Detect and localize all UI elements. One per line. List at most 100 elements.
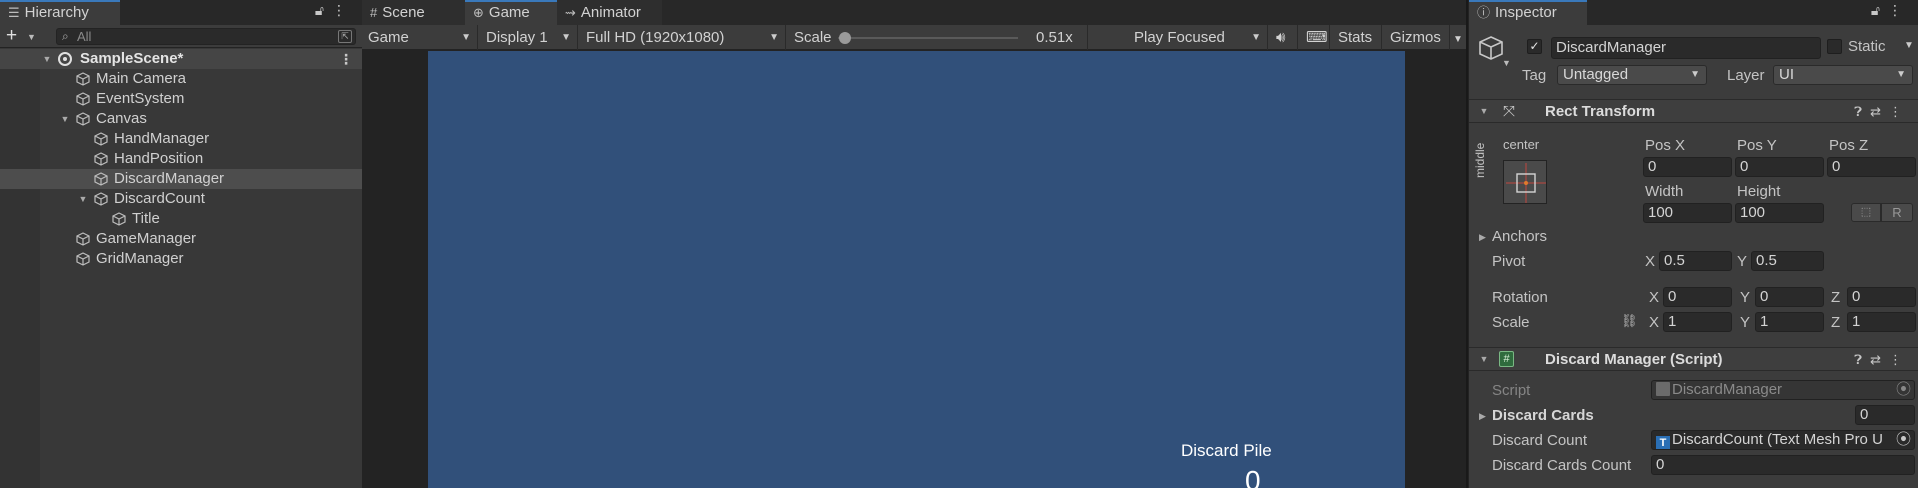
discard-count-object-field[interactable]: T DiscardCount (Text Mesh Pro U ⦿ — [1651, 430, 1915, 450]
scale-label: Scale — [794, 29, 832, 46]
component-kebab-icon[interactable]: ⋮ — [1889, 352, 1910, 367]
fold-arrow-icon[interactable]: ▼ — [1479, 106, 1489, 116]
discard-manager-script-header[interactable]: ▼ # Discard Manager (Script) ❓︎⇄⋮ — [1469, 347, 1918, 371]
pos-x-label: Pos X — [1645, 137, 1686, 154]
hierarchy-item[interactable]: Title — [0, 209, 362, 229]
resolution-dropdown[interactable]: Full HD (1920x1080) ▼ — [580, 25, 786, 50]
keyboard-shortcuts-button[interactable]: ⌨ — [1300, 25, 1330, 50]
pivot-x-label: X — [1645, 253, 1656, 270]
tab-scene[interactable]: # Scene — [362, 0, 465, 25]
hierarchy-item[interactable]: Main Camera — [0, 69, 362, 89]
pivot-y-field[interactable]: 0.5 — [1751, 251, 1824, 271]
inspector-header-icons: 🔓︎⋮ — [1871, 2, 1910, 19]
object-picker-icon[interactable]: ⦿ — [1895, 431, 1911, 449]
kebab-menu-icon[interactable]: ⋮ — [1888, 2, 1910, 18]
display-dropdown[interactable]: Display 1 ▼ — [480, 25, 578, 50]
search-filter-icon[interactable]: ⇱ — [338, 30, 352, 43]
scene-row[interactable]: ▼ SampleScene* ⋮ — [0, 49, 362, 69]
textmeshpro-icon: T — [1656, 436, 1670, 449]
chevron-down-icon: ▼ — [1896, 69, 1906, 80]
anchors-label[interactable]: Anchors — [1492, 228, 1547, 245]
help-icon[interactable]: ❓︎ — [1854, 352, 1870, 367]
component-kebab-icon[interactable]: ⋮ — [1889, 104, 1910, 119]
pos-z-field[interactable]: 0 — [1827, 157, 1916, 177]
tab-animator[interactable]: ⇝ Animator — [557, 0, 662, 25]
rect-transform-header[interactable]: ▼ ⤧ Rect Transform ❓︎⇄⋮ — [1469, 99, 1918, 123]
help-icon[interactable]: ❓︎ — [1854, 104, 1870, 119]
rotation-x-field[interactable]: 0 — [1663, 287, 1732, 307]
tab-hierarchy[interactable]: ☰ Hierarchy — [0, 0, 120, 25]
lock-icon[interactable]: 🔓︎ — [315, 2, 332, 18]
gizmos-dropdown[interactable]: ▼ — [1450, 25, 1466, 50]
discard-cards-fold-icon[interactable]: ▶ — [1479, 411, 1486, 422]
play-mode-dropdown[interactable]: Play Focused ▼ — [1128, 25, 1268, 50]
hierarchy-search-input[interactable]: ⌕ All ⇱ — [56, 28, 356, 45]
hierarchy-panel: ☰ Hierarchy 🔓︎⋮ + ▼ ⌕ All ⇱ ▼ SampleScene… — [0, 0, 362, 488]
presets-icon[interactable]: ⇄ — [1870, 104, 1889, 119]
pos-y-field[interactable]: 0 — [1735, 157, 1824, 177]
object-name-field[interactable]: DiscardManager — [1551, 37, 1821, 59]
list-icon: ☰ — [8, 5, 20, 20]
gizmos-button[interactable]: Gizmos — [1384, 25, 1450, 50]
add-object-button[interactable]: + — [6, 26, 17, 46]
scale-y-field[interactable]: 1 — [1755, 312, 1824, 332]
game-viewport[interactable]: Discard Pile 0 — [428, 51, 1405, 488]
pivot-x-field[interactable]: 0.5 — [1659, 251, 1732, 271]
raw-edit-button[interactable]: R — [1881, 203, 1913, 222]
pivot-label: Pivot — [1492, 253, 1526, 270]
chevron-down-icon[interactable]: ▼ — [27, 32, 36, 42]
scene-kebab-icon[interactable]: ⋮ — [339, 49, 353, 69]
resolution-label: Full HD (1920x1080) — [586, 29, 725, 46]
rotation-y-label: Y — [1740, 289, 1751, 306]
hierarchy-item[interactable]: GameManager — [0, 229, 362, 249]
scale-x-field[interactable]: 1 — [1663, 312, 1732, 332]
anchors-fold-icon[interactable]: ▶ — [1479, 232, 1486, 243]
hierarchy-item-label: HandManager — [114, 130, 210, 147]
blueprint-mode-button[interactable]: ⬚ — [1851, 203, 1881, 222]
lock-icon[interactable]: 🔓︎ — [1871, 2, 1888, 18]
fold-arrow-icon[interactable]: ▼ — [60, 109, 70, 129]
tab-game[interactable]: ⊕ Game — [465, 0, 557, 25]
fold-arrow-icon[interactable]: ▼ — [78, 189, 88, 209]
hierarchy-item[interactable]: HandManager — [0, 129, 362, 149]
hierarchy-item[interactable]: EventSystem — [0, 89, 362, 109]
rotation-z-field[interactable]: 0 — [1847, 287, 1916, 307]
component-header-icons: ❓︎⇄⋮ — [1854, 104, 1910, 120]
gameobject-cube-icon — [1479, 36, 1503, 60]
discard-cards-size-field[interactable]: 0 — [1855, 405, 1915, 425]
icon-dropdown-chevron[interactable]: ▼ — [1502, 58, 1511, 68]
anchor-presets-button[interactable] — [1503, 160, 1547, 204]
raw-edit-label: R — [1892, 205, 1902, 220]
rotation-y-field[interactable]: 0 — [1755, 287, 1824, 307]
hierarchy-item[interactable]: GridManager — [0, 249, 362, 269]
scale-slider-track[interactable] — [838, 37, 1018, 39]
pivot-y-value: 0.5 — [1756, 252, 1777, 269]
kebab-menu-icon[interactable]: ⋮ — [332, 2, 354, 18]
height-field[interactable]: 100 — [1735, 203, 1824, 223]
tab-inspector[interactable]: ⓘ Inspector — [1469, 0, 1587, 25]
hierarchy-item-selected[interactable]: DiscardManager — [0, 169, 362, 189]
mute-audio-button[interactable]: 🔊︎ — [1270, 25, 1298, 50]
fold-arrow-icon[interactable]: ▼ — [42, 49, 52, 69]
static-dropdown-chevron[interactable]: ▼ — [1904, 40, 1914, 51]
pos-x-field[interactable]: 0 — [1643, 157, 1732, 177]
info-icon: ⓘ — [1477, 5, 1491, 20]
discard-cards-label[interactable]: Discard Cards — [1492, 407, 1594, 424]
game-view-dropdown[interactable]: Game ▼ — [362, 25, 478, 50]
csharp-script-icon: # — [1499, 351, 1514, 367]
scale-slider-knob[interactable] — [839, 32, 851, 44]
hierarchy-item[interactable]: ▼ DiscardCount — [0, 189, 362, 209]
stats-button[interactable]: Stats — [1332, 25, 1382, 50]
layer-dropdown[interactable]: UI ▼ — [1773, 65, 1913, 85]
active-checkbox[interactable]: ✓ — [1527, 39, 1542, 54]
fold-arrow-icon[interactable]: ▼ — [1479, 354, 1489, 364]
tag-dropdown[interactable]: Untagged ▼ — [1557, 65, 1707, 85]
static-checkbox[interactable] — [1827, 39, 1842, 54]
discard-cards-count-field[interactable]: 0 — [1651, 455, 1915, 475]
scale-z-field[interactable]: 1 — [1847, 312, 1916, 332]
hierarchy-item[interactable]: HandPosition — [0, 149, 362, 169]
constrain-proportions-icon[interactable]: ⛓︎ — [1621, 313, 1638, 329]
width-field[interactable]: 100 — [1643, 203, 1732, 223]
hierarchy-item[interactable]: ▼ Canvas — [0, 109, 362, 129]
presets-icon[interactable]: ⇄ — [1870, 352, 1889, 367]
